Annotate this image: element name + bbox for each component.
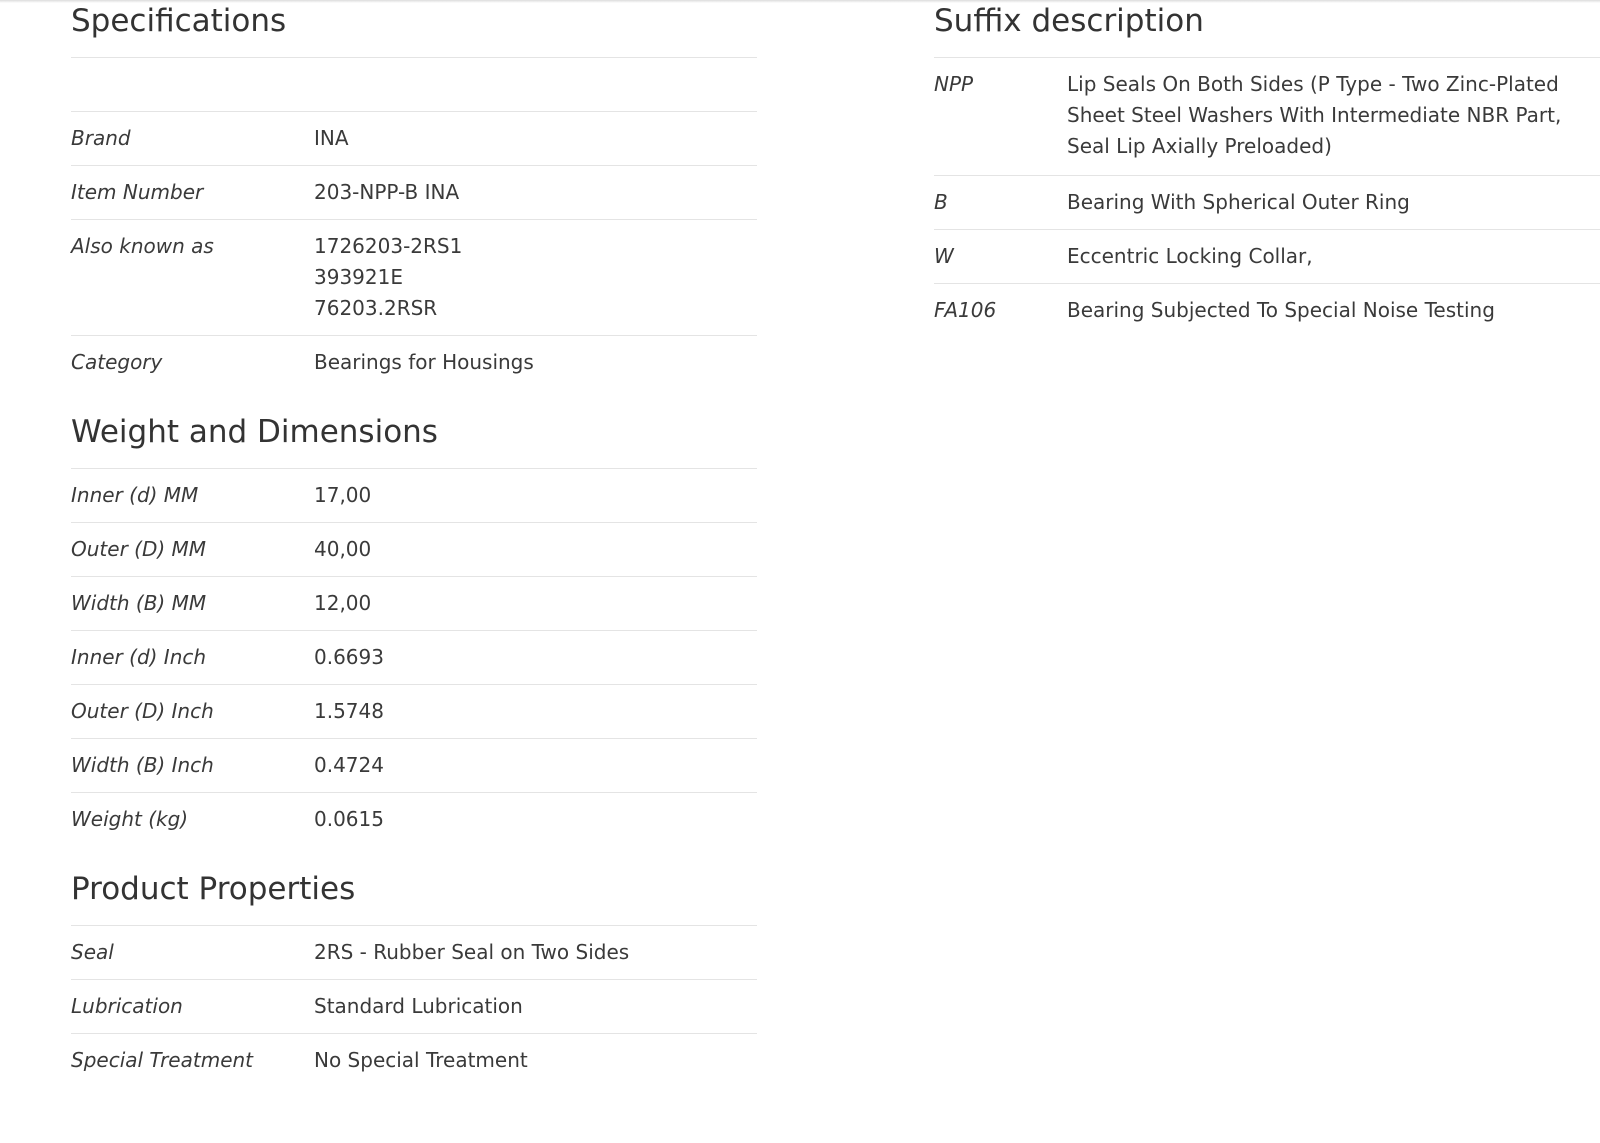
- specifications-title: Specifications: [71, 3, 287, 39]
- dim-value: 40,00: [314, 521, 757, 576]
- dim-label: Width (B) Inch: [71, 737, 314, 792]
- suffix-text-line: Bearing Subjected To Special Noise Testi…: [1067, 298, 1495, 322]
- spec-label-brand: Brand: [71, 111, 314, 166]
- table-spacer-row: [71, 57, 757, 112]
- table-row: Category Bearings for Housings: [71, 335, 757, 390]
- suffix-text: Bearing With Spherical Outer Ring: [1067, 175, 1600, 230]
- suffix-code: B: [934, 175, 1067, 230]
- product-properties-title: Product Properties: [71, 871, 356, 907]
- dim-label: Inner (d) Inch: [71, 629, 314, 684]
- alias-value: 393921E: [314, 265, 403, 289]
- spec-value-also-known-as: 1726203-2RS1 393921E 76203.2RSR: [314, 219, 757, 336]
- dim-label: Outer (D) MM: [71, 521, 314, 576]
- table-row: FA106 Bearing Subjected To Special Noise…: [934, 283, 1600, 338]
- suffix-code: NPP: [934, 57, 1067, 176]
- suffix-text-line: Lip Seals On Both Sides (P Type - Two Zi…: [1067, 72, 1559, 96]
- dim-label: Weight (kg): [71, 791, 314, 846]
- dim-value: 0.4724: [314, 737, 757, 792]
- alias-value: 76203.2RSR: [314, 296, 438, 320]
- dim-label: Inner (d) MM: [71, 467, 314, 522]
- dim-value: 0.0615: [314, 791, 757, 846]
- table-row: Brand INA: [71, 111, 757, 166]
- table-row: Outer (D) Inch 1.5748: [71, 683, 757, 738]
- prop-value-seal: 2RS - Rubber Seal on Two Sides: [314, 925, 757, 980]
- alias-value: 1726203-2RS1: [314, 234, 463, 258]
- suffix-text: Lip Seals On Both Sides (P Type - Two Zi…: [1067, 57, 1600, 176]
- table-row: Width (B) MM 12,00: [71, 575, 757, 630]
- dim-value: 1.5748: [314, 683, 757, 738]
- table-row: B Bearing With Spherical Outer Ring: [934, 175, 1600, 230]
- table-row: Lubrication Standard Lubrication: [71, 979, 757, 1034]
- left-column: Specifications Brand INA Item Number 203…: [71, 0, 757, 1088]
- table-row: Also known as 1726203-2RS1 393921E 76203…: [71, 219, 757, 336]
- table-row: Special Treatment No Special Treatment: [71, 1033, 757, 1088]
- table-row: Item Number 203-NPP-B INA: [71, 165, 757, 220]
- weight-dimensions-table: Inner (d) MM 17,00 Outer (D) MM 40,00 Wi…: [71, 467, 757, 846]
- prop-label-lubrication: Lubrication: [71, 979, 314, 1034]
- suffix-code: FA106: [934, 283, 1067, 338]
- suffix-text-line: Seal Lip Axially Preloaded): [1067, 134, 1332, 158]
- table-row: Weight (kg) 0.0615: [71, 791, 757, 846]
- table-row: Outer (D) MM 40,00: [71, 521, 757, 576]
- spec-label-also-known-as: Also known as: [71, 219, 314, 336]
- suffix-code: W: [934, 229, 1067, 284]
- prop-value-special-treatment: No Special Treatment: [314, 1033, 757, 1088]
- suffix-description-table: NPP Lip Seals On Both Sides (P Type - Tw…: [934, 57, 1600, 338]
- product-properties-table: Seal 2RS - Rubber Seal on Two Sides Lubr…: [71, 925, 757, 1088]
- table-row: Seal 2RS - Rubber Seal on Two Sides: [71, 925, 757, 980]
- dim-value: 0.6693: [314, 629, 757, 684]
- spec-value-brand: INA: [314, 111, 757, 166]
- spec-value-item-number: 203-NPP-B INA: [314, 165, 757, 220]
- suffix-description-title: Suffix description: [934, 3, 1204, 39]
- suffix-text: Eccentric Locking Collar,: [1067, 229, 1600, 284]
- table-row: W Eccentric Locking Collar,: [934, 229, 1600, 284]
- dim-value: 12,00: [314, 575, 757, 630]
- weight-dimensions-section: Weight and Dimensions Inner (d) MM 17,00…: [71, 401, 757, 846]
- table-row: NPP Lip Seals On Both Sides (P Type - Tw…: [934, 57, 1600, 176]
- table-row: Width (B) Inch 0.4724: [71, 737, 757, 792]
- specifications-section: Specifications Brand INA Item Number 203…: [71, 0, 757, 390]
- table-row: Inner (d) MM 17,00: [71, 467, 757, 522]
- suffix-description-section: Suffix description NPP Lip Seals On Both…: [934, 0, 1600, 338]
- weight-dimensions-title: Weight and Dimensions: [71, 413, 438, 450]
- dim-label: Width (B) MM: [71, 575, 314, 630]
- suffix-text-line: Bearing With Spherical Outer Ring: [1067, 190, 1410, 214]
- suffix-text-line: Sheet Steel Washers With Intermediate NB…: [1067, 103, 1562, 127]
- table-row: Inner (d) Inch 0.6693: [71, 629, 757, 684]
- specifications-table: Brand INA Item Number 203-NPP-B INA Also…: [71, 57, 757, 390]
- spec-label-item-number: Item Number: [71, 165, 314, 220]
- right-column: Suffix description NPP Lip Seals On Both…: [934, 0, 1600, 338]
- dim-value: 17,00: [314, 467, 757, 522]
- suffix-text: Bearing Subjected To Special Noise Testi…: [1067, 283, 1600, 338]
- prop-label-special-treatment: Special Treatment: [71, 1033, 314, 1088]
- spec-label-category: Category: [71, 335, 314, 390]
- prop-label-seal: Seal: [71, 925, 314, 980]
- suffix-text-line: Eccentric Locking Collar,: [1067, 244, 1313, 268]
- prop-value-lubrication: Standard Lubrication: [314, 979, 757, 1034]
- dim-label: Outer (D) Inch: [71, 683, 314, 738]
- product-properties-section: Product Properties Seal 2RS - Rubber Sea…: [71, 858, 757, 1088]
- spec-value-category: Bearings for Housings: [314, 335, 757, 390]
